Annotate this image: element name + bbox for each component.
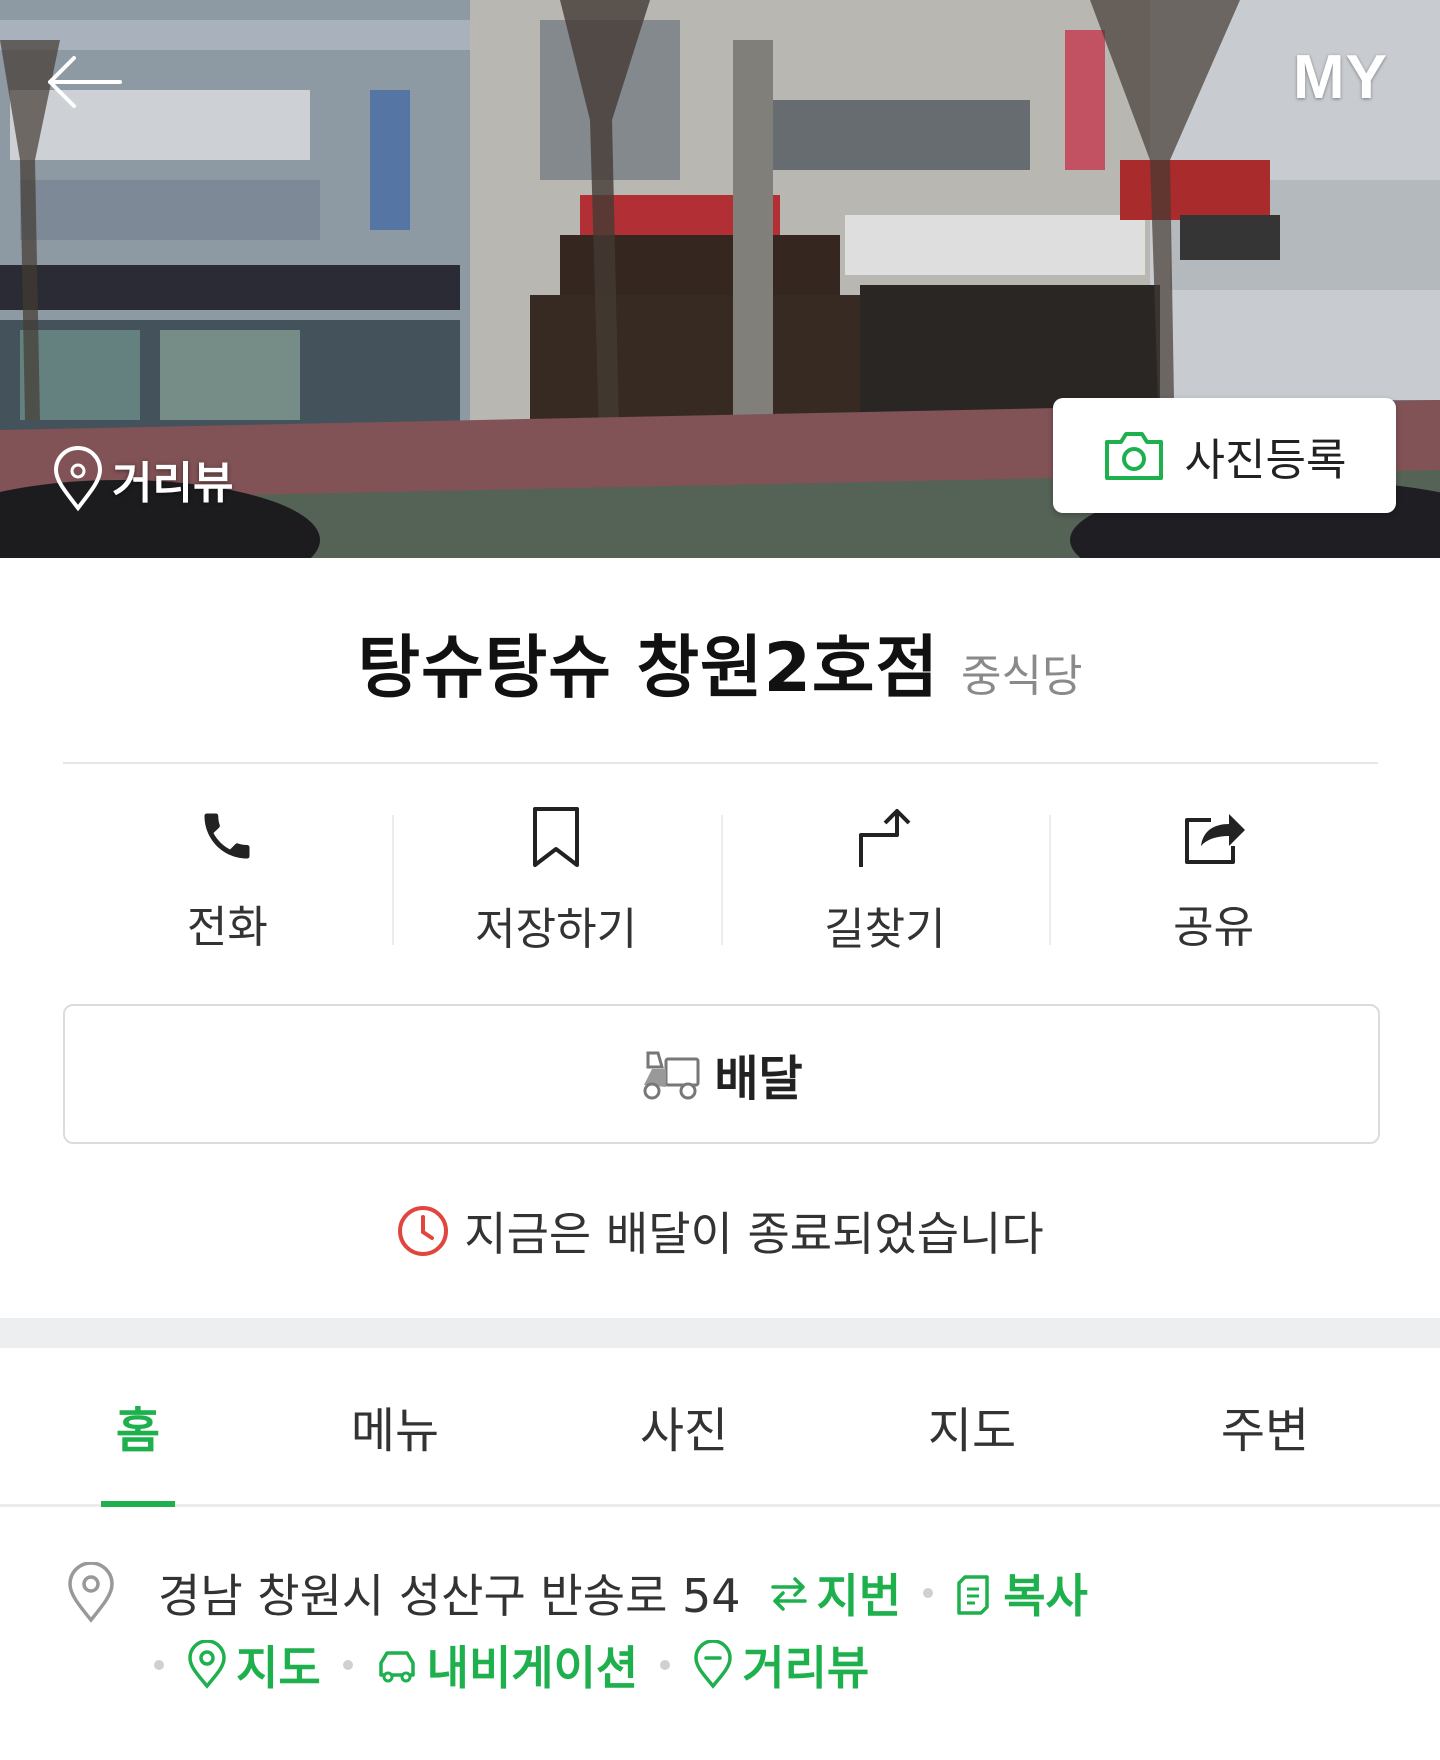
tab-nearby[interactable]: 주변 [1090, 1348, 1440, 1504]
delivery-button[interactable]: 배달 [63, 1004, 1380, 1144]
call-label: 전화 [186, 902, 268, 953]
street-photo[interactable]: MY 거리뷰 사진등록 [0, 0, 1440, 558]
clock-icon [398, 1206, 449, 1256]
save-button[interactable]: 저장하기 [391, 805, 721, 955]
map-pin-icon [53, 446, 103, 512]
address-section: 경남 창원시 성산구 반송로 54 지번 복사 지도 내비게이션 거리뷰 [66, 1560, 1396, 1695]
map-link[interactable]: 지도 [186, 1632, 321, 1698]
photo-register-button[interactable]: 사진등록 [1053, 398, 1396, 513]
location-pin-icon [68, 1562, 114, 1623]
streetview-address-label: 거리뷰 [742, 1641, 870, 1695]
share-label: 공유 [1173, 902, 1255, 953]
map-pin-icon [188, 1640, 226, 1689]
tab-home[interactable]: 홈 [0, 1348, 276, 1504]
back-button[interactable] [44, 52, 124, 112]
separator-dot [923, 1588, 934, 1598]
bookmark-icon [533, 807, 580, 867]
camera-icon [1104, 431, 1163, 480]
separator-dot [342, 1660, 353, 1670]
separator-dot [660, 1660, 671, 1670]
directions-button[interactable]: 길찾기 [720, 805, 1050, 955]
copy-icon [957, 1575, 989, 1615]
call-button[interactable]: 전화 [63, 805, 392, 955]
directions-icon [858, 809, 911, 867]
navigation-label: 내비게이션 [426, 1641, 639, 1695]
delivery-label: 배달 [714, 1051, 803, 1107]
streetview-label: 거리뷰 [112, 458, 234, 509]
delivery-scooter-icon [643, 1051, 700, 1100]
separator-dot [154, 1660, 164, 1670]
map-link-label: 지도 [236, 1641, 321, 1695]
photo-register-label: 사진등록 [1184, 434, 1347, 486]
my-button[interactable]: MY [1293, 42, 1388, 113]
tab-map[interactable]: 지도 [854, 1348, 1090, 1504]
copy-address-button[interactable]: 복사 [955, 1560, 1088, 1626]
place-title: 탕슈탕슈 창원2호점 [357, 629, 940, 708]
swap-icon [770, 1577, 807, 1611]
phone-icon [204, 813, 250, 859]
section-gap [0, 1318, 1440, 1348]
action-bar: 전화 저장하기 길찾기 공유 [63, 805, 1378, 955]
navigation-link[interactable]: 내비게이션 [375, 1632, 639, 1698]
streetview-link[interactable]: 거리뷰 [50, 446, 233, 512]
delivery-notice-text: 지금은 배달이 종료되었습니다 [464, 1207, 1044, 1261]
tab-menu[interactable]: 메뉴 [276, 1348, 514, 1504]
divider [63, 762, 1378, 764]
delivery-notice: 지금은 배달이 종료되었습니다 [0, 1198, 1440, 1264]
place-category: 중식당 [961, 651, 1083, 702]
arrow-left-icon [48, 56, 122, 108]
address-text: 경남 창원시 성산구 반송로 54 [158, 1569, 741, 1623]
lot-number-label: 지번 [816, 1569, 902, 1623]
directions-label: 길찾기 [824, 904, 946, 955]
car-icon [378, 1651, 415, 1683]
streetview-address-link[interactable]: 거리뷰 [692, 1632, 869, 1698]
tab-bar: 홈 메뉴 사진 지도 주변 [0, 1348, 1440, 1507]
lot-number-toggle[interactable]: 지번 [769, 1560, 902, 1626]
place-header: 탕슈탕슈 창원2호점 중식당 [0, 612, 1440, 711]
save-label: 저장하기 [475, 904, 638, 955]
copy-label: 복사 [1003, 1569, 1088, 1623]
share-icon [1184, 814, 1245, 864]
tab-photos[interactable]: 사진 [514, 1348, 854, 1504]
streetview-pin-icon [694, 1640, 733, 1689]
share-button[interactable]: 공유 [1049, 805, 1378, 955]
